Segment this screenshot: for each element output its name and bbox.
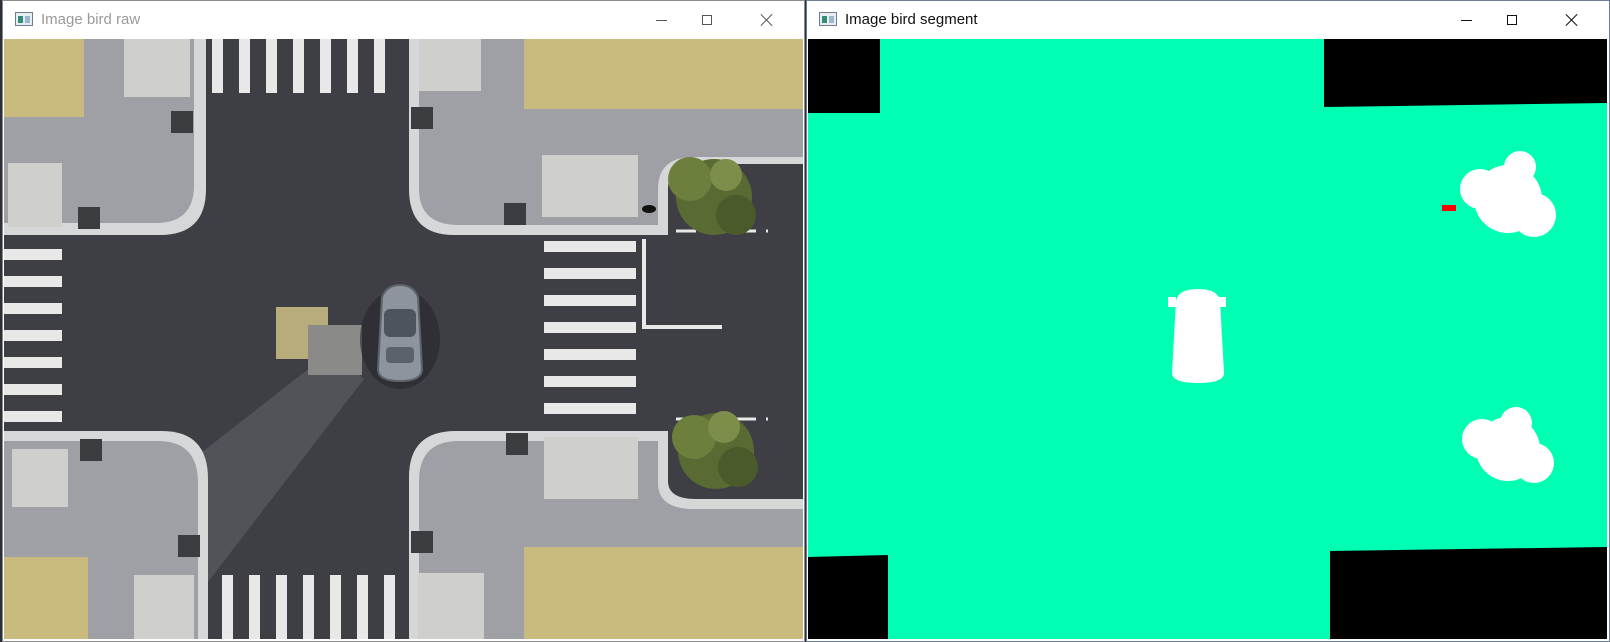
grass-bottom-right (524, 547, 803, 639)
close-button[interactable] (1549, 1, 1595, 39)
tile-top-right (419, 39, 481, 91)
drain-bottom-right (506, 433, 528, 455)
ground-sign-2 (308, 325, 362, 375)
minimize-button[interactable] (1443, 1, 1489, 39)
tile-bottom-right-2 (418, 573, 484, 639)
drain-top-right-2 (504, 203, 526, 225)
window-title: Image bird raw (41, 11, 141, 28)
grass-top-left (4, 39, 84, 117)
title-bar[interactable]: Image bird raw (3, 1, 804, 39)
segmentation-image (808, 39, 1607, 639)
tile-bottom-right (544, 437, 638, 499)
close-button[interactable] (744, 1, 790, 39)
segment-unlabeled-bottom-right (1330, 547, 1607, 639)
raw-image-view (4, 39, 803, 639)
segment-unlabeled-top-right (1324, 39, 1607, 107)
maximize-button[interactable] (1489, 1, 1535, 39)
drain-top-left-2 (78, 207, 100, 229)
segment-vehicle (1172, 289, 1224, 383)
maximize-button[interactable] (684, 1, 730, 39)
segment-unlabeled-bottom-left (808, 555, 888, 639)
pedestrian (642, 205, 656, 213)
tile-top-left-2 (8, 163, 62, 227)
tile-top-right-2 (542, 155, 638, 217)
minimize-button[interactable] (638, 1, 684, 39)
tile-top-left (124, 39, 190, 97)
raw-bird-image (4, 39, 803, 639)
tile-bottom-left (12, 449, 68, 507)
grass-top-right (524, 39, 803, 109)
tile-bottom-left-2 (134, 575, 194, 639)
close-icon (1565, 13, 1579, 27)
maximize-icon (1507, 15, 1517, 25)
drain-bottom-right-2 (411, 531, 433, 553)
drain-bottom-left (80, 439, 102, 461)
drain-top-right (411, 107, 433, 129)
segment-image-view (808, 39, 1607, 639)
maximize-icon (702, 15, 712, 25)
grass-bottom-left (4, 557, 88, 639)
app-icon (819, 12, 837, 26)
app-icon (15, 12, 33, 26)
close-icon (760, 13, 774, 27)
window-image-bird-segment[interactable]: Image bird segment (806, 0, 1610, 642)
window-image-bird-raw[interactable]: Image bird raw (2, 0, 805, 642)
drain-bottom-left-2 (178, 535, 200, 557)
window-title: Image bird segment (845, 11, 978, 28)
segment-unlabeled-top-left (808, 39, 880, 113)
minimize-icon (1460, 19, 1472, 21)
minimize-icon (655, 19, 667, 21)
segment-vehicle-mirror (1168, 297, 1176, 307)
drain-top-left (171, 111, 193, 133)
title-bar[interactable]: Image bird segment (807, 1, 1609, 39)
segment-vehicle-mirror-2 (1218, 297, 1226, 307)
segment-pedestrian (1442, 205, 1456, 211)
